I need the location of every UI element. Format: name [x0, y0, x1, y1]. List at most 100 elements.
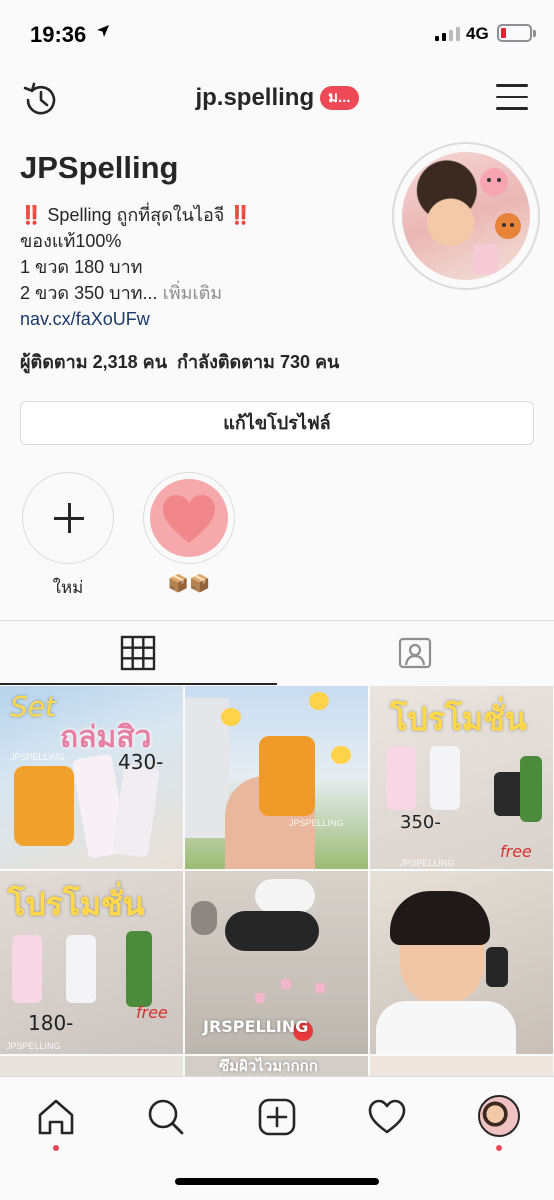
post-watermark: JPSPELLING	[400, 858, 455, 868]
following-stat[interactable]: กำลังติดตาม 730 คน	[177, 352, 339, 372]
profile-header: jp.spelling ม...	[0, 72, 554, 126]
person-image	[225, 911, 319, 951]
post-free-overlay: free	[136, 1003, 168, 1022]
serum-bottle-image	[486, 947, 508, 987]
bio-line-1-text: Spelling ถูกที่สุดในไอจี	[42, 205, 230, 225]
bio-line-4: 2 ขวด 350 บาท... เพิ่มเติม	[20, 280, 252, 306]
box-image	[281, 979, 291, 989]
account-switcher[interactable]: jp.spelling ม...	[0, 84, 554, 112]
duck-sticker-icon	[221, 708, 241, 726]
duck-sticker-icon	[309, 692, 329, 710]
post-tile[interactable]: ซึมผิวไวมากกก	[185, 1056, 368, 1076]
post-price-overlay: 180-	[28, 1011, 74, 1035]
person-image	[376, 1001, 516, 1054]
profile-tabs	[0, 620, 554, 685]
highlight-new[interactable]: ใหม่	[22, 472, 114, 601]
bio-line-4-text: 2 ขวด 350 บาท...	[20, 283, 158, 303]
post-price-overlay: 350-	[400, 812, 441, 833]
post-tile[interactable]: Set ถล่มสิว 430- JPSPELLING	[0, 686, 183, 869]
bio-line-2: ของแท้100%	[20, 231, 122, 251]
person-image	[255, 879, 315, 913]
tab-grid[interactable]	[0, 621, 277, 685]
green-bottle-image	[126, 931, 152, 1007]
cat-image	[191, 901, 217, 935]
heart-outline-icon	[368, 1099, 406, 1134]
post-watermark: JPSPELLING	[289, 818, 344, 828]
nav-new-post[interactable]	[255, 1095, 299, 1139]
grid-icon	[120, 635, 156, 671]
post-price-overlay: 430-	[118, 750, 164, 774]
nav-activity[interactable]	[365, 1095, 409, 1139]
tab-tagged[interactable]	[277, 621, 554, 685]
status-time: 19:36	[30, 22, 87, 47]
highlight-boxes[interactable]: 📦📦	[143, 472, 235, 594]
post-caption-overlay: โปรโมชั่น	[390, 700, 527, 738]
post-free-overlay: free	[500, 842, 532, 861]
edit-profile-button[interactable]: แก้ไขโปรไฟล์	[20, 401, 534, 445]
serum-box-image	[66, 935, 96, 1003]
post-caption-overlay: Set	[10, 690, 56, 723]
post-tile[interactable]: โปรโมชั่น 180- free JPSPELLING	[0, 871, 183, 1054]
username: jp.spelling	[195, 84, 315, 111]
post-watermark: JRSPELLING	[203, 1017, 309, 1036]
status-bar: 19:36 4G	[0, 0, 554, 64]
heart-icon	[163, 495, 215, 543]
box-image	[315, 983, 325, 993]
serum-box-image	[386, 746, 416, 810]
highlight-new-circle	[22, 472, 114, 564]
add-post-icon	[258, 1098, 296, 1136]
person-image	[390, 891, 490, 945]
duck-sticker-icon	[331, 746, 351, 764]
highlight-boxes-circle	[143, 472, 235, 564]
nav-search[interactable]	[144, 1095, 188, 1139]
following-unit: คน	[315, 352, 340, 372]
followers-stat[interactable]: ผู้ติดตาม 2,318 คน	[20, 352, 167, 372]
bio: ‼️ Spelling ถูกที่สุดในไอจี ‼️ ของแท้100…	[20, 202, 252, 332]
highlight-cover	[150, 479, 228, 557]
green-bottle-image	[520, 756, 542, 822]
profile-link[interactable]: nav.cx/faXoUFw	[20, 306, 252, 332]
post-tile[interactable]: JRSPELLING	[185, 871, 368, 1054]
double-exclamation-icon: ‼️	[20, 205, 43, 225]
highlight-label: 📦📦	[167, 574, 211, 593]
followers-count: 2,318	[92, 352, 138, 372]
post-tile[interactable]: JPSPELLING	[185, 686, 368, 869]
notification-badge: ม...	[320, 86, 359, 110]
avatar-photo	[402, 152, 530, 280]
battery-icon	[497, 24, 536, 42]
menu-icon[interactable]	[496, 84, 528, 112]
nav-home[interactable]	[34, 1095, 78, 1151]
notification-dot	[496, 1145, 502, 1151]
following-label: กำลังติดตาม	[177, 352, 275, 372]
notification-dot	[53, 1145, 59, 1151]
serum-bottle-image	[259, 736, 315, 816]
network-type: 4G	[466, 24, 489, 43]
bio-line-1: ‼️ Spelling ถูกที่สุดในไอจี ‼️	[20, 202, 252, 228]
post-tile[interactable]: โปรโมชั่น 350- free JPSPELLING	[370, 686, 553, 869]
home-indicator[interactable]	[175, 1178, 379, 1185]
post-watermark: JPSPELLING	[6, 1041, 61, 1051]
double-exclamation-icon: ‼️	[229, 205, 252, 225]
serum-box-image	[111, 763, 161, 859]
location-arrow-icon	[97, 25, 109, 37]
post-watermark: JPSPELLING	[10, 752, 65, 762]
display-name: JPSpelling	[20, 150, 179, 185]
post-tile[interactable]	[370, 871, 553, 1054]
followers-unit: คน	[142, 352, 168, 372]
highlight-label: ใหม่	[52, 578, 84, 597]
post-caption-overlay: โปรโมชั่น	[8, 885, 145, 923]
post-caption-overlay: ซึมผิวไวมากกก	[219, 1057, 318, 1075]
post-tile[interactable]	[0, 1056, 183, 1076]
serum-bottle-image	[14, 766, 74, 846]
search-icon	[148, 1099, 184, 1135]
bio-more-link[interactable]: เพิ่มเติม	[158, 283, 223, 303]
profile-avatar-icon[interactable]	[478, 1095, 520, 1137]
tagged-person-icon	[398, 637, 432, 669]
serum-box-image	[430, 746, 460, 810]
follow-stats: ผู้ติดตาม 2,318 คน กำลังติดตาม 730 คน	[20, 347, 339, 376]
following-count: 730	[279, 352, 310, 372]
profile-avatar[interactable]	[392, 142, 540, 290]
followers-label: ผู้ติดตาม	[20, 352, 88, 372]
post-tile[interactable]	[370, 1056, 553, 1076]
cellular-signal-icon	[435, 25, 460, 41]
